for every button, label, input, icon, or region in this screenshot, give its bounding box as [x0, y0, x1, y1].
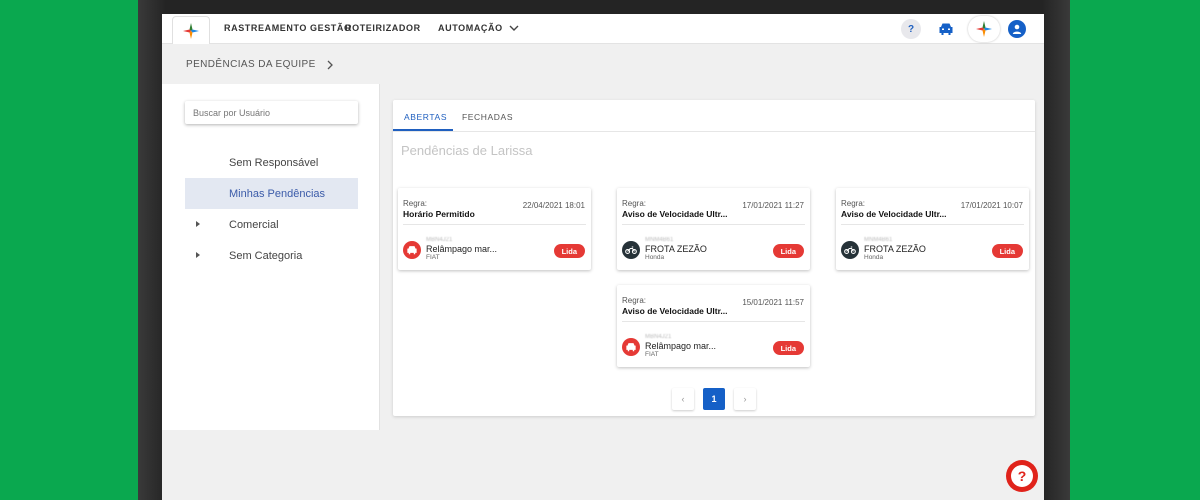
- tab-abertas[interactable]: ABERTAS: [404, 112, 447, 122]
- status-badge[interactable]: Lida: [991, 244, 1023, 258]
- rule-label: Regra:: [841, 199, 866, 208]
- vehicle-plate: MNM4B61: [645, 237, 674, 243]
- alert-date: 22/04/2021 18:01: [522, 201, 585, 210]
- vehicle-name: FROTA ZEZÃO: [645, 244, 707, 254]
- rule-name: Aviso de Velocidade Ultr...: [622, 209, 728, 219]
- question-icon: ?: [1011, 465, 1033, 487]
- sidebar-item-sem-categoria[interactable]: Sem Categoria: [185, 240, 358, 271]
- sidebar-item-sem-responsavel[interactable]: Sem Responsável: [185, 147, 358, 178]
- car-icon: [403, 241, 421, 259]
- help-fab-button[interactable]: ?: [1006, 460, 1038, 492]
- top-navbar: RASTREAMENTO GESTÃO ROTEIRIZADOR AUTOMAÇ…: [162, 14, 1044, 44]
- expand-caret-icon[interactable]: [196, 252, 200, 258]
- alert-date: 17/01/2021 11:27: [742, 201, 804, 210]
- vehicle-plate: MBN4J21: [426, 237, 453, 243]
- pagination-page-1[interactable]: 1: [703, 388, 725, 410]
- divider: [841, 224, 1024, 225]
- divider: [622, 321, 805, 322]
- vehicle-brand: FIAT: [426, 254, 440, 261]
- sidebar-item-label: Sem Categoria: [229, 249, 303, 262]
- alert-date: 17/01/2021 10:07: [960, 201, 1023, 210]
- vehicle-brand: Honda: [645, 254, 665, 261]
- sidebar-item-minhas-pendencias[interactable]: Minhas Pendências: [185, 178, 358, 209]
- app-screen: RASTREAMENTO GESTÃO ROTEIRIZADOR AUTOMAÇ…: [162, 14, 1044, 500]
- status-badge[interactable]: Lida: [772, 341, 804, 355]
- breadcrumb-item[interactable]: PENDÊNCIAS DA EQUIPE: [186, 59, 316, 70]
- pending-panel: ABERTAS FECHADAS Pendências de Larissa R…: [393, 100, 1035, 416]
- rule-label: Regra:: [622, 199, 647, 208]
- motorcycle-icon: [622, 241, 640, 259]
- vehicle-brand: Honda: [864, 254, 884, 261]
- alert-card[interactable]: Regra: Aviso de Velocidade Ultr... 17/01…: [617, 188, 810, 270]
- account-logo-button[interactable]: [968, 16, 1000, 42]
- logo-icon: [183, 22, 199, 39]
- user-avatar[interactable]: [1008, 20, 1026, 38]
- sidebar: Sem Responsável Minhas Pendências Comerc…: [162, 84, 380, 430]
- car-icon: [622, 338, 640, 356]
- status-badge[interactable]: Lida: [772, 244, 804, 258]
- status-badge[interactable]: Lida: [553, 244, 585, 258]
- rule-label: Regra:: [403, 199, 428, 208]
- sidebar-item-comercial[interactable]: Comercial: [185, 209, 358, 240]
- active-tab-indicator: [393, 129, 453, 131]
- nav-automacao[interactable]: AUTOMAÇÃO: [438, 23, 503, 33]
- alert-date: 15/01/2021 11:57: [742, 298, 804, 307]
- motorcycle-icon: [841, 241, 859, 259]
- user-icon: [1012, 24, 1022, 34]
- nav-rastreamento[interactable]: RASTREAMENTO: [224, 23, 307, 33]
- vehicle-brand: FIAT: [645, 351, 659, 358]
- sidebar-item-label: Minhas Pendências: [229, 187, 326, 200]
- car-icon[interactable]: [938, 22, 954, 36]
- divider: [622, 224, 805, 225]
- tab-fechadas[interactable]: FECHADAS: [462, 112, 513, 122]
- vehicle-name: Relâmpago mar...: [645, 341, 717, 351]
- divider: [403, 224, 586, 225]
- sidebar-item-label: Sem Responsável: [229, 156, 319, 169]
- help-button[interactable]: ?: [901, 19, 921, 39]
- vehicle-name: FROTA ZEZÃO: [864, 244, 926, 254]
- pagination-prev-button[interactable]: ‹: [672, 388, 694, 410]
- rule-label: Regra:: [622, 296, 647, 305]
- rule-name: Aviso de Velocidade Ultr...: [622, 306, 728, 316]
- vehicle-plate: MNM4B61: [864, 237, 893, 243]
- search-box: [185, 101, 358, 124]
- section-title: Pendências de Larissa: [401, 143, 533, 158]
- expand-caret-icon[interactable]: [196, 221, 200, 227]
- breadcrumb: PENDÊNCIAS DA EQUIPE: [186, 59, 334, 70]
- rule-name: Horário Permitido: [403, 209, 475, 219]
- alert-card[interactable]: Regra: Horário Permitido 22/04/2021 18:0…: [398, 188, 591, 270]
- alert-card[interactable]: Regra: Aviso de Velocidade Ultr... 15/01…: [617, 285, 810, 367]
- logo-icon: [976, 21, 992, 37]
- rule-name: Aviso de Velocidade Ultr...: [841, 209, 947, 219]
- nav-roteirizador[interactable]: ROTEIRIZADOR: [345, 23, 421, 33]
- chevron-down-icon[interactable]: [508, 22, 520, 34]
- vehicle-plate: MBN4J21: [645, 334, 672, 340]
- app-logo[interactable]: [172, 16, 210, 44]
- sidebar-item-label: Comercial: [229, 218, 279, 231]
- search-input[interactable]: [185, 101, 358, 124]
- chevron-right-icon: [327, 60, 333, 69]
- alert-card[interactable]: Regra: Aviso de Velocidade Ultr... 17/01…: [836, 188, 1029, 270]
- pagination-next-button[interactable]: ›: [734, 388, 756, 410]
- tab-bar: ABERTAS FECHADAS: [393, 100, 1035, 132]
- vehicle-name: Relâmpago mar...: [426, 244, 498, 254]
